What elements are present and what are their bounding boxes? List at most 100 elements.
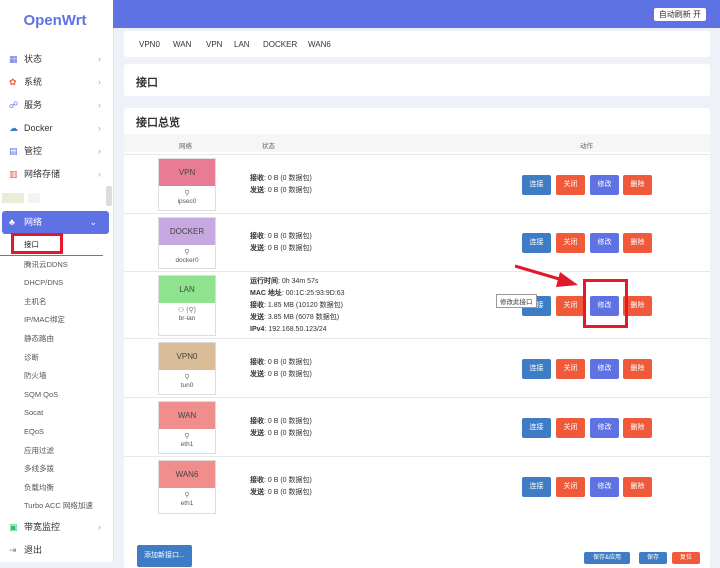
sidebar-item-label: 服务 bbox=[24, 100, 43, 110]
connect-button[interactable]: 连接 bbox=[522, 359, 551, 379]
save-button[interactable]: 保存 bbox=[639, 552, 667, 564]
table-row: VPN0 ⚲ tun0 接收: 0 B (0 数据包) 发送: 0 B (0 数据包) 连… bbox=[124, 338, 710, 398]
status-line: 接收: 0 B (0 数据包) bbox=[250, 359, 312, 366]
connect-button[interactable]: 连接 bbox=[522, 477, 551, 497]
tab-vpn0[interactable]: VPN0 bbox=[139, 40, 160, 49]
openwrt-logo[interactable]: OpenWrt bbox=[0, 12, 110, 29]
sidebar-item-label: 网络存储 bbox=[24, 169, 61, 179]
interface-device: ⚲ tun0 bbox=[159, 370, 215, 389]
tab-lan[interactable]: LAN bbox=[234, 40, 250, 49]
edit-button[interactable]: 修改 bbox=[590, 175, 619, 195]
tab-docker[interactable]: DOCKER bbox=[263, 40, 297, 49]
panel-icon: ▤ bbox=[9, 146, 18, 156]
sidebar-item[interactable]: ▣ 带宽监控 › bbox=[0, 516, 113, 539]
sidebar-subitem[interactable]: 静态路由 bbox=[0, 330, 113, 349]
interface-tabs: VPN0 WAN VPN LAN DOCKER WAN6 bbox=[124, 31, 710, 57]
sidebar-subitem[interactable]: EQoS bbox=[0, 423, 113, 442]
sidebar-item[interactable]: ▥ 网络存储 › bbox=[0, 163, 113, 186]
edit-button[interactable]: 修改 bbox=[590, 233, 619, 253]
watermark: 知乎 @Stark-C bbox=[556, 526, 676, 545]
sidebar-item[interactable]: ☍ 服务 › bbox=[0, 94, 113, 117]
delete-button[interactable]: 删除 bbox=[623, 175, 652, 195]
stop-button[interactable]: 关闭 bbox=[556, 418, 585, 438]
sidebar-subitem[interactable]: Turbo ACC 网络加速 bbox=[0, 497, 113, 516]
stop-button[interactable]: 关闭 bbox=[556, 233, 585, 253]
connect-button[interactable]: 连接 bbox=[522, 418, 551, 438]
status-key: IPv4 bbox=[250, 326, 265, 333]
sidebar-item-network[interactable]: ♣ 网络 ⌄ bbox=[2, 211, 109, 234]
table-header: 网络 状态 动作 bbox=[124, 134, 710, 152]
edit-button[interactable]: 修改 bbox=[590, 477, 619, 497]
sidebar-item-label: 带宽监控 bbox=[24, 521, 61, 532]
reset-button[interactable]: 复位 bbox=[672, 552, 700, 564]
stop-button[interactable]: 关闭 bbox=[556, 477, 585, 497]
sidebar-subitem[interactable]: 应用过滤 bbox=[0, 442, 113, 461]
stop-button[interactable]: 关闭 bbox=[556, 175, 585, 195]
sidebar-item-label: 网络 bbox=[24, 217, 43, 227]
sidebar-subitem[interactable]: IP/MAC绑定 bbox=[0, 311, 113, 330]
status-key: 发送 bbox=[250, 245, 264, 252]
interface-name: VPN0 bbox=[159, 343, 215, 370]
sidebar-subitem[interactable]: DHCP/DNS bbox=[0, 274, 113, 293]
interface-device: ⚲ eth1 bbox=[159, 488, 215, 507]
chevron-right-icon: › bbox=[98, 123, 101, 133]
sidebar-item[interactable]: ▤ 管控 › bbox=[0, 140, 113, 163]
stop-button[interactable]: 关闭 bbox=[556, 296, 585, 316]
sidebar-subitem[interactable]: 诊断 bbox=[0, 349, 113, 368]
connect-button[interactable]: 连接 bbox=[522, 233, 551, 253]
sidebar-subitem[interactable]: 多线多拨 bbox=[0, 460, 113, 479]
sidebar-item[interactable]: ⇥ 退出 bbox=[0, 539, 113, 562]
tab-vpn[interactable]: VPN bbox=[206, 40, 222, 49]
interface-overview-card: 接口总览 网络 状态 动作 添加新接口... VPN ⚲ ipsec0 接收: 0 B… bbox=[124, 108, 710, 568]
sidebar-item[interactable]: ▦ 状态 › bbox=[0, 48, 113, 71]
status-value: 0 B (0 数据包) bbox=[267, 359, 312, 366]
status-line: 接收: 0 B (0 数据包) bbox=[250, 233, 312, 240]
sidebar-subitem[interactable]: 防火墙 bbox=[0, 367, 113, 386]
redacted-block bbox=[28, 193, 40, 203]
delete-button[interactable]: 删除 bbox=[623, 233, 652, 253]
status-value: 192.168.50.123/24 bbox=[268, 326, 327, 333]
add-interface-button[interactable]: 添加新接口... bbox=[137, 545, 192, 567]
sidebar-subitem[interactable]: 负载均衡 bbox=[0, 479, 113, 498]
edit-button[interactable]: 修改 bbox=[590, 359, 619, 379]
interface-device: ⚲ eth1 bbox=[159, 429, 215, 448]
sidebar-item-label: 管控 bbox=[24, 146, 43, 156]
interface-status: 接收: 0 B (0 数据包) 发送: 0 B (0 数据包) bbox=[250, 231, 312, 255]
status-key: 发送 bbox=[250, 430, 264, 437]
interface-badge[interactable]: DOCKER ⚲ docker0 bbox=[158, 217, 216, 269]
sidebar-subitem[interactable]: 腾讯云DDNS bbox=[0, 256, 113, 275]
delete-button[interactable]: 删除 bbox=[623, 359, 652, 379]
device-name: tun0 bbox=[180, 382, 194, 389]
sidebar-item[interactable]: ✿ 系统 › bbox=[0, 71, 113, 94]
network-port-icon: ⚲ bbox=[184, 433, 190, 440]
interface-device: ⚲ docker0 bbox=[159, 245, 215, 264]
tab-wan[interactable]: WAN bbox=[173, 40, 191, 49]
status-line: 发送: 0 B (0 数据包) bbox=[250, 489, 312, 496]
stop-button[interactable]: 关闭 bbox=[556, 359, 585, 379]
status-key: MAC 地址 bbox=[250, 290, 282, 297]
sidebar-item[interactable]: ☁ Docker › bbox=[0, 117, 113, 140]
sidebar-scrollbar[interactable] bbox=[106, 186, 112, 206]
tab-wan6[interactable]: WAN6 bbox=[308, 40, 331, 49]
interface-badge[interactable]: WAN ⚲ eth1 bbox=[158, 401, 216, 454]
status-value: 1.85 MB (10120 数据包) bbox=[267, 302, 343, 309]
interface-badge[interactable]: VPN ⚲ ipsec0 bbox=[158, 158, 216, 211]
status-line: 发送: 3.85 MB (6078 数据包) bbox=[250, 314, 340, 321]
status-key: 接收 bbox=[250, 233, 264, 240]
connect-button[interactable]: 连接 bbox=[522, 175, 551, 195]
delete-button[interactable]: 删除 bbox=[623, 477, 652, 497]
sidebar-subitem[interactable]: SQM QoS bbox=[0, 386, 113, 405]
chevron-right-icon: › bbox=[98, 169, 101, 179]
interface-badge[interactable]: WAN6 ⚲ eth1 bbox=[158, 460, 216, 514]
sidebar-subitem[interactable]: 主机名 bbox=[0, 293, 113, 312]
status-value: 0 B (0 数据包) bbox=[267, 489, 312, 496]
interface-badge[interactable]: VPN0 ⚲ tun0 bbox=[158, 342, 216, 395]
edit-button[interactable]: 修改 bbox=[590, 418, 619, 438]
save-apply-button[interactable]: 保存&应用 bbox=[584, 552, 630, 564]
auto-refresh-toggle[interactable]: 自动刷新 开 bbox=[653, 8, 706, 21]
sidebar-subitem[interactable]: Socat bbox=[0, 404, 113, 423]
delete-button[interactable]: 删除 bbox=[623, 418, 652, 438]
storage-icon: ▥ bbox=[9, 169, 18, 179]
chevron-right-icon: › bbox=[98, 146, 101, 156]
interface-badge[interactable]: LAN ⚇ (⚲) br-lan bbox=[158, 275, 216, 336]
